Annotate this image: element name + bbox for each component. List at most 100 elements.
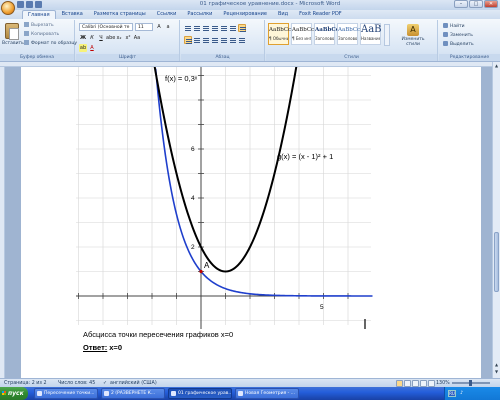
print-layout-view-icon[interactable] bbox=[396, 380, 403, 387]
clipboard-group-label: Буфер обмена bbox=[0, 54, 74, 61]
editing-group: Найти Заменить Выделить Редактирование bbox=[439, 20, 500, 61]
volume-icon[interactable]: ♪ bbox=[460, 387, 463, 400]
f-function-label: f(x) = 0,3ˣ bbox=[165, 74, 198, 83]
tab-review[interactable]: Рецензирование bbox=[218, 10, 272, 19]
style-sample: AaB bbox=[361, 24, 382, 35]
format-painter-button[interactable]: Формат по образцу bbox=[24, 40, 77, 48]
paste-button[interactable]: Вставить bbox=[2, 22, 24, 52]
find-button[interactable]: Найти bbox=[443, 22, 465, 31]
sort-icon[interactable] bbox=[229, 24, 237, 32]
close-button[interactable]: ✕ bbox=[484, 0, 498, 8]
window-controls: – □ ✕ bbox=[454, 0, 498, 8]
tab-view[interactable]: Вид bbox=[273, 10, 293, 19]
strikethrough-button[interactable]: abe bbox=[106, 34, 115, 42]
copy-button[interactable]: Копировать bbox=[24, 31, 59, 39]
answer-label: Ответ: bbox=[83, 343, 108, 352]
start-button[interactable]: пуск bbox=[0, 387, 28, 400]
f-curve bbox=[154, 68, 373, 297]
y-tick-label-4: 4 bbox=[191, 195, 195, 202]
align-center-icon[interactable] bbox=[193, 36, 201, 44]
align-left-icon[interactable] bbox=[184, 36, 192, 44]
multilevel-list-icon[interactable] bbox=[202, 24, 210, 32]
tab-references[interactable]: Ссылки bbox=[152, 10, 182, 19]
taskbar-item[interactable]: 2 (РАЗВЕРНЕТЕ К... bbox=[101, 388, 165, 399]
vertical-scrollbar[interactable]: ▲ ▲ ▼ bbox=[492, 62, 500, 378]
scrollbar-thumb[interactable] bbox=[494, 232, 499, 292]
style-no-spacing[interactable]: AaBbCcDc ¶ Без инте... bbox=[291, 23, 322, 45]
style-title[interactable]: AaB Название bbox=[360, 23, 382, 45]
tab-home[interactable]: Главная bbox=[22, 10, 56, 19]
font-color-icon[interactable]: A bbox=[88, 44, 96, 52]
clipboard-icon bbox=[5, 23, 19, 40]
undo-icon[interactable] bbox=[26, 1, 33, 8]
grow-font-icon[interactable]: A bbox=[155, 23, 163, 31]
shrink-font-icon[interactable]: a bbox=[164, 23, 172, 31]
next-page-icon[interactable]: ▼ bbox=[494, 369, 499, 375]
keyboard-language[interactable]: RU bbox=[448, 390, 456, 397]
numbering-icon[interactable] bbox=[193, 24, 201, 32]
taskbar-item[interactable]: Новая Геометрия - ... bbox=[235, 388, 299, 399]
change-styles-label: Изменить стили bbox=[401, 37, 425, 47]
prev-page-icon[interactable]: ▲ bbox=[494, 362, 499, 368]
save-icon[interactable] bbox=[17, 1, 24, 8]
underline-button[interactable]: Ч bbox=[97, 34, 105, 42]
draft-view-icon[interactable] bbox=[428, 380, 435, 387]
answer-line: Ответ: х=0 bbox=[83, 343, 122, 352]
italic-button[interactable]: К bbox=[88, 34, 96, 42]
taskbar-item[interactable]: Пересечение точки... bbox=[34, 388, 98, 399]
document-page[interactable]: f(x) = 0,3ˣ g(x) = (x - 1)² + 1 A 2 4 6 … bbox=[21, 67, 481, 378]
tab-insert[interactable]: Вставка bbox=[57, 10, 88, 19]
tab-page-layout[interactable]: Разметка страницы bbox=[89, 10, 151, 19]
borders-icon[interactable] bbox=[238, 36, 246, 44]
bullets-icon[interactable] bbox=[184, 24, 192, 32]
outline-view-icon[interactable] bbox=[420, 380, 427, 387]
font-size-select[interactable]: 11 bbox=[135, 23, 153, 31]
font-group-label: Шрифт bbox=[76, 54, 179, 61]
style-normal[interactable]: AaBbCcDc ¶ Обычный bbox=[268, 23, 299, 45]
intersection-point-a bbox=[199, 269, 203, 274]
tab-foxit[interactable]: Foxit Reader PDF bbox=[294, 10, 347, 19]
maximize-button[interactable]: □ bbox=[469, 0, 483, 8]
zoom-slider[interactable] bbox=[452, 380, 490, 386]
font-name-select[interactable]: Calibri (Основной те bbox=[79, 23, 133, 31]
taskbar-item-active[interactable]: 01 графическое урав... bbox=[168, 388, 232, 399]
document-area: f(x) = 0,3ˣ g(x) = (x - 1)² + 1 A 2 4 6 … bbox=[5, 67, 492, 378]
style-heading-2[interactable]: AaBbCc Заголово... bbox=[337, 23, 360, 45]
select-button[interactable]: Выделить bbox=[443, 40, 474, 49]
tab-mailings[interactable]: Рассылки bbox=[182, 10, 217, 19]
style-heading-1[interactable]: AaBbCc Заголово... bbox=[314, 23, 339, 45]
answer-value: х=0 bbox=[109, 343, 122, 352]
change-styles-button[interactable]: A Изменить стили bbox=[394, 24, 432, 47]
g-function-label: g(x) = (x - 1)² + 1 bbox=[277, 152, 333, 161]
minimize-button[interactable]: – bbox=[454, 0, 468, 8]
web-layout-view-icon[interactable] bbox=[412, 380, 419, 387]
office-button[interactable] bbox=[1, 1, 15, 15]
font-group: Calibri (Основной те 11 A a Ж К Ч abe x₂… bbox=[76, 20, 180, 61]
increase-indent-icon[interactable] bbox=[220, 24, 228, 32]
superscript-button[interactable]: x² bbox=[124, 34, 132, 42]
full-screen-view-icon[interactable] bbox=[404, 380, 411, 387]
cut-button[interactable]: Вырезать bbox=[24, 22, 54, 30]
justify-icon[interactable] bbox=[211, 36, 219, 44]
scroll-up-icon[interactable]: ▲ bbox=[494, 63, 499, 69]
redo-icon[interactable] bbox=[35, 1, 42, 8]
style-sample: AaBbCcDc bbox=[269, 27, 299, 33]
shading-icon[interactable] bbox=[229, 36, 237, 44]
y-tick-label-6: 6 bbox=[191, 146, 195, 153]
highlight-icon[interactable]: ab bbox=[79, 44, 87, 52]
zoom-slider-thumb[interactable] bbox=[469, 380, 472, 386]
replace-button[interactable]: Заменить bbox=[443, 31, 473, 40]
font-size-buttons: A a bbox=[155, 23, 172, 31]
styles-scroll-buttons[interactable] bbox=[384, 24, 390, 46]
show-marks-icon[interactable] bbox=[238, 24, 246, 32]
style-sample: AaBbCcDc bbox=[292, 27, 322, 33]
paragraph-group: Абзац bbox=[181, 20, 265, 61]
subscript-button[interactable]: x₂ bbox=[115, 34, 123, 42]
font-format-row-1: Ж К Ч abe x₂ x² Aa bbox=[79, 34, 141, 42]
styles-group: AaBbCcDc ¶ Обычный AaBbCcDc ¶ Без инте..… bbox=[266, 20, 438, 61]
line-spacing-icon[interactable] bbox=[220, 36, 228, 44]
decrease-indent-icon[interactable] bbox=[211, 24, 219, 32]
bold-button[interactable]: Ж bbox=[79, 34, 87, 42]
change-case-button[interactable]: Aa bbox=[133, 34, 141, 42]
align-right-icon[interactable] bbox=[202, 36, 210, 44]
